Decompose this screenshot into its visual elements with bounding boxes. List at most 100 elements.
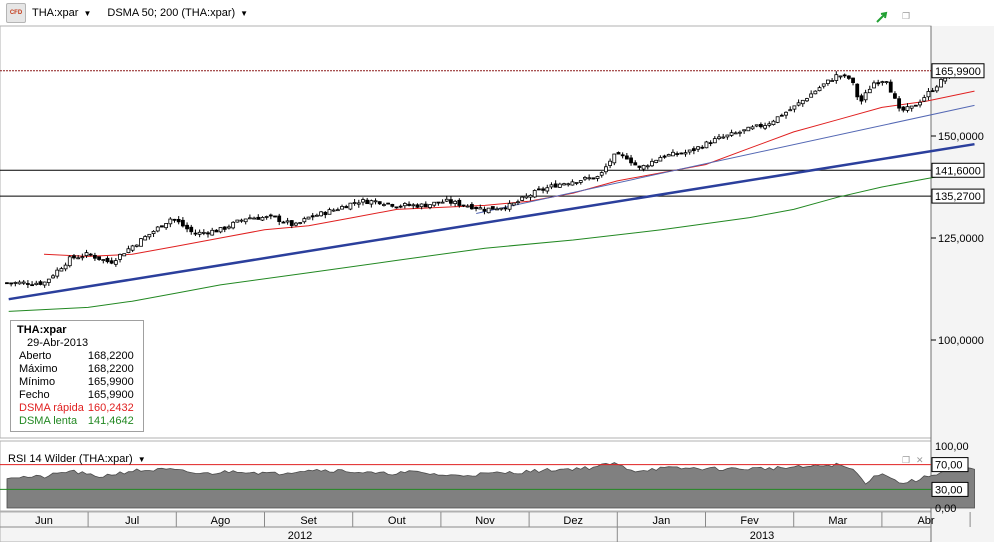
info-row-value: 141,4642	[87, 415, 134, 427]
candle-body	[486, 207, 491, 214]
chevron-down-icon: ▼	[240, 8, 249, 18]
info-row-label: Máximo	[19, 363, 58, 375]
candle-body	[344, 206, 349, 209]
candle-body	[805, 98, 809, 102]
candle-body	[578, 180, 583, 183]
candle-body	[273, 215, 277, 218]
info-row-value: 165,9900	[87, 376, 134, 388]
candle-body	[231, 221, 236, 229]
candle-body	[616, 152, 621, 155]
indicator-selector[interactable]: DSMA 50; 200 (THA:xpar) ▼	[107, 7, 248, 19]
info-row-label: Aberto	[19, 350, 52, 362]
y-tick-label: 100,0000	[938, 335, 984, 347]
candle-body	[520, 196, 525, 201]
candle-body	[323, 211, 328, 216]
candle-body	[340, 206, 344, 210]
candle	[348, 202, 353, 211]
candle	[231, 221, 236, 230]
candle-body	[84, 252, 89, 256]
info-row: DSMA rápida 160,2432	[11, 402, 143, 415]
candle-body	[76, 257, 81, 260]
candle-body	[842, 74, 847, 77]
candle-body	[645, 165, 650, 168]
candle-body	[239, 219, 244, 222]
candle-body	[298, 222, 303, 224]
candle-body	[101, 259, 106, 261]
candle-body	[876, 82, 881, 85]
x-month-label: Jun	[35, 515, 53, 527]
candle-body	[524, 195, 529, 199]
candle	[679, 152, 684, 155]
candle-body	[386, 202, 391, 205]
candle-body	[562, 183, 566, 186]
info-row-label: DSMA lenta	[19, 415, 78, 427]
candle-body	[867, 88, 872, 94]
candle-body	[168, 218, 173, 225]
app-logo-icon: CFD	[6, 3, 26, 23]
candle-body	[143, 236, 148, 241]
candle-body	[905, 106, 910, 111]
symbol-selector[interactable]: THA:xpar ▼	[32, 7, 91, 19]
candle	[654, 159, 659, 164]
candle-body	[717, 136, 721, 139]
candle-body	[189, 226, 194, 233]
chevron-down-icon: ▼	[83, 8, 92, 18]
candle	[591, 177, 596, 180]
candle-body	[59, 268, 64, 272]
candle-body	[185, 224, 189, 230]
candle-body	[444, 198, 449, 202]
candle-body	[377, 201, 382, 205]
rsi-restore-icon[interactable]: ❐	[902, 455, 910, 466]
candle-body	[164, 223, 169, 229]
candle-body	[754, 124, 759, 127]
rsi-y-tick-label: 70,00	[935, 460, 963, 472]
candle-body	[147, 233, 152, 238]
candle-body	[34, 282, 39, 285]
candle-body	[419, 203, 424, 208]
candle-body	[691, 148, 696, 152]
rsi-close-icon[interactable]: ✕	[916, 455, 924, 466]
candle-body	[595, 176, 600, 179]
candle	[235, 219, 240, 223]
info-row: DSMA lenta 141,4642	[11, 415, 143, 428]
x-month-label: Fev	[740, 515, 759, 527]
candle-body	[838, 75, 843, 78]
candle-body	[369, 200, 374, 205]
candle-body	[800, 99, 805, 105]
x-month-label: Mar	[828, 515, 847, 527]
candle-body	[897, 98, 902, 109]
candle-body	[574, 182, 579, 184]
candle-body	[545, 187, 550, 192]
candle-body	[432, 201, 437, 206]
candle-body	[197, 231, 202, 235]
main-restore-icon[interactable]: ❐	[902, 11, 910, 22]
candle-body	[913, 104, 918, 107]
candle-body	[541, 188, 545, 191]
candle-body	[134, 244, 139, 247]
candle-body	[394, 206, 399, 209]
info-row-value: 165,9900	[87, 389, 134, 401]
data-info-box: THA:xpar 29-Abr-2013 Aberto 168,2200 Máxim…	[10, 320, 144, 432]
candle-body	[402, 203, 407, 207]
info-title: THA:xpar	[17, 324, 67, 336]
candle-body	[277, 215, 282, 222]
candle-body	[365, 199, 370, 205]
candle	[490, 206, 495, 210]
candle	[813, 90, 818, 95]
candle-body	[361, 199, 365, 203]
x-year-label: 2013	[750, 530, 774, 542]
candle-body	[465, 205, 470, 208]
candle-body	[859, 95, 864, 102]
candle-body	[67, 256, 72, 267]
candle-body	[528, 194, 533, 198]
candle-body	[176, 218, 181, 223]
candle-body	[888, 81, 893, 93]
candle-body	[570, 181, 575, 186]
candle-body	[779, 114, 784, 117]
candle	[532, 189, 537, 199]
rsi-indicator-selector[interactable]: RSI 14 Wilder (THA:xpar) ▼	[8, 453, 146, 465]
candle-body	[411, 204, 416, 207]
candle-body	[846, 75, 851, 79]
candle-body	[247, 217, 252, 220]
info-row-value: 160,2432	[87, 402, 134, 414]
